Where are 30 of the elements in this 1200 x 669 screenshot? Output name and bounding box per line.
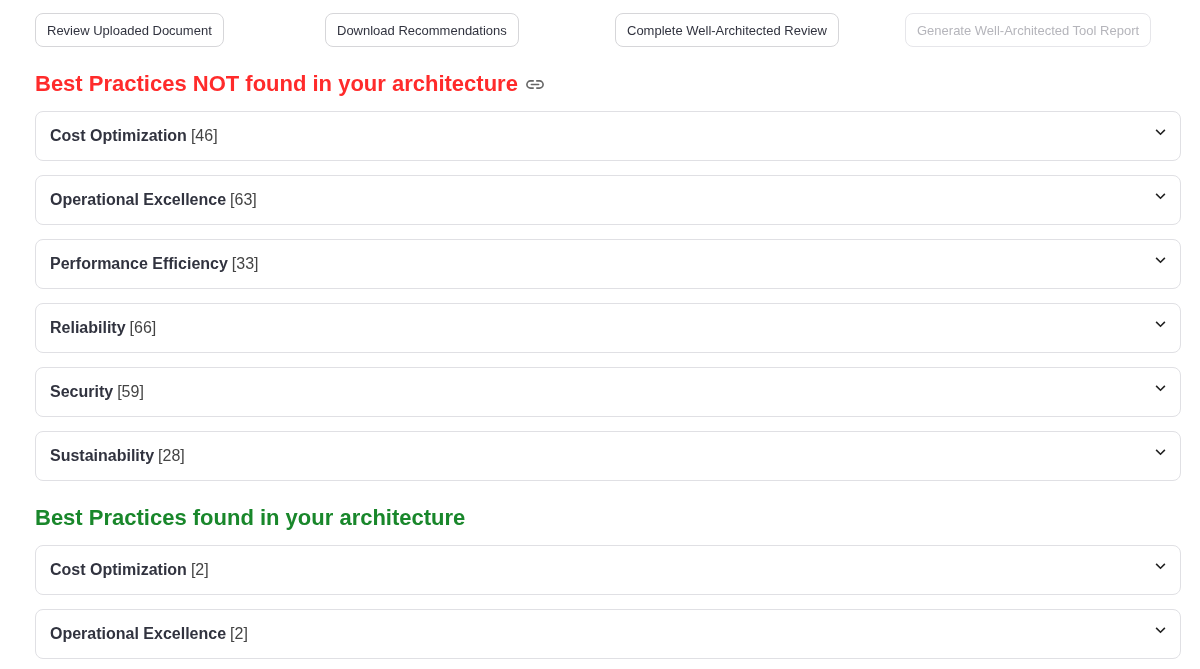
item-count: [33] bbox=[231, 255, 259, 273]
item-count: [2] bbox=[190, 561, 209, 579]
accordion-header[interactable]: Operational Excellence [63] bbox=[35, 175, 1181, 225]
accordion-title: Reliability bbox=[50, 319, 126, 337]
item-count: [59] bbox=[117, 383, 144, 401]
action-button[interactable]: Complete Well-Architected Review bbox=[615, 13, 839, 47]
item-count: [46] bbox=[190, 127, 218, 145]
link-icon[interactable] bbox=[525, 78, 544, 90]
accordion-title: Operational Excellence bbox=[50, 191, 227, 209]
section-heading: Best Practices found in your architecture bbox=[35, 505, 466, 531]
accordion-title: Performance Efficiency bbox=[50, 255, 228, 273]
accordion-header[interactable]: Performance Efficiency [33] bbox=[35, 239, 1181, 289]
section-heading: Best Practices NOT found in your architecture bbox=[35, 71, 518, 97]
action-button[interactable]: Download Recommendations bbox=[325, 13, 519, 47]
accordion-title: Cost Optimization bbox=[50, 561, 187, 579]
accordion-title: Sustainability bbox=[50, 447, 155, 465]
item-count: [66] bbox=[129, 319, 157, 337]
accordion-title: Security bbox=[50, 383, 114, 401]
item-count: [63] bbox=[230, 191, 257, 209]
accordion-header[interactable]: Security [59] bbox=[35, 367, 1181, 417]
accordion-header[interactable]: Reliability [66] bbox=[35, 303, 1181, 353]
action-button[interactable]: Review Uploaded Document bbox=[35, 13, 224, 47]
item-count: [2] bbox=[230, 625, 248, 643]
item-count: [28] bbox=[158, 447, 185, 465]
accordion-header[interactable]: Cost Optimization [2] bbox=[35, 545, 1181, 595]
accordion-title: Operational Excellence bbox=[50, 625, 227, 643]
accordion-title: Cost Optimization bbox=[50, 127, 187, 145]
accordion-header[interactable]: Cost Optimization [46] bbox=[35, 111, 1181, 161]
accordion-header[interactable]: Operational Excellence [2] bbox=[35, 609, 1181, 659]
accordion-header[interactable]: Sustainability [28] bbox=[35, 431, 1181, 481]
